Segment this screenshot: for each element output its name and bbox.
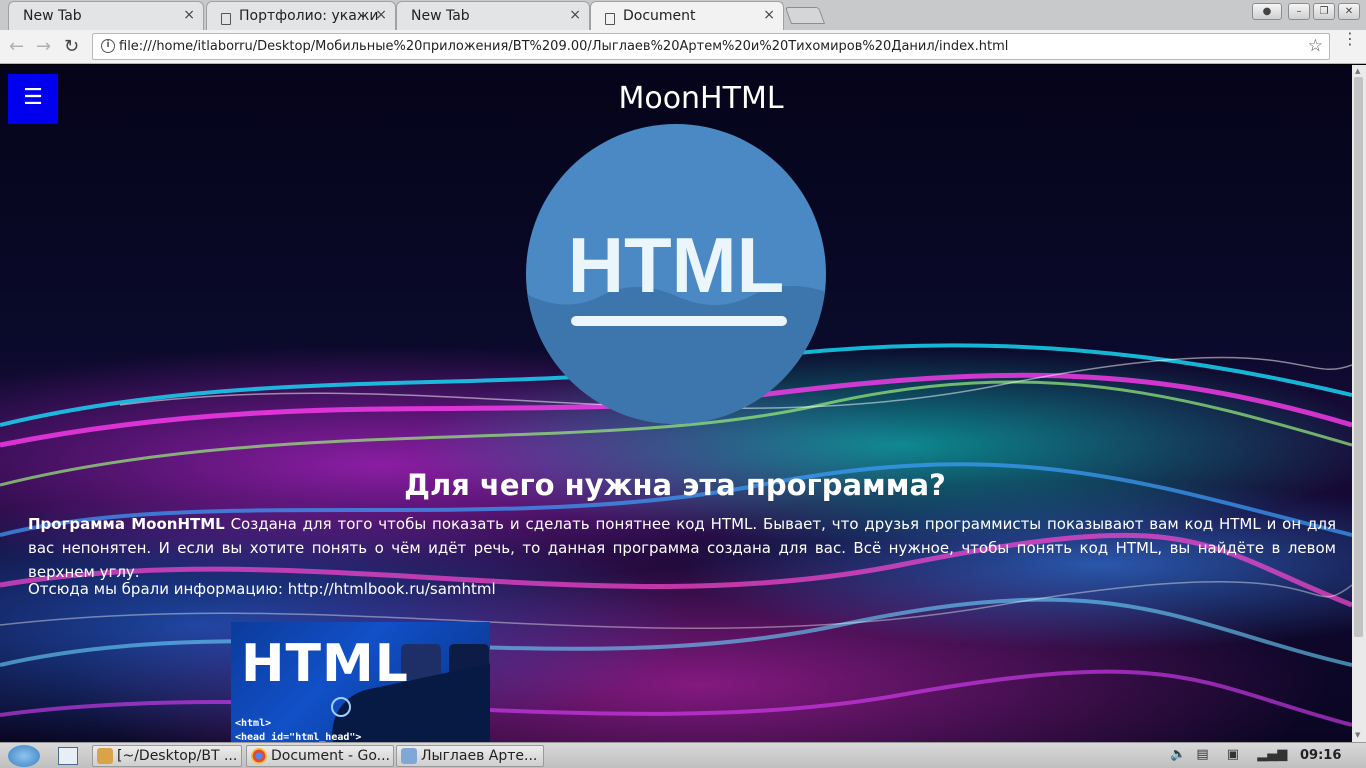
- document-icon: [605, 13, 615, 25]
- close-tab-icon[interactable]: ×: [569, 7, 581, 23]
- taskbar-item-browser[interactable]: Document - Go...: [246, 745, 394, 767]
- maximize-button[interactable]: ❐: [1313, 3, 1335, 20]
- document-icon: [221, 13, 231, 25]
- tab-title: New Tab: [411, 8, 470, 24]
- taskbar-item-label: Document - Go...: [271, 748, 390, 764]
- page-viewport: ☰ MoonHTML HTML Для чего нужна эта прогр…: [0, 65, 1352, 742]
- show-desktop-icon[interactable]: [58, 747, 78, 765]
- display-icon[interactable]: ▣: [1227, 747, 1239, 762]
- os-taskbar: [~/Desktop/ВТ ... Document - Go... Лыгла…: [0, 742, 1366, 768]
- taskbar-item-folder[interactable]: Лыглаев Арте...: [396, 745, 544, 767]
- minimize-button[interactable]: –: [1288, 3, 1310, 20]
- terminal-icon: [97, 748, 113, 764]
- source-link-line: Отсюда мы брали информацию: http://htmlb…: [28, 580, 496, 598]
- program-name: Программа MoonHTML: [28, 515, 225, 533]
- tab-title: Document: [623, 8, 696, 24]
- close-tab-icon[interactable]: ×: [375, 7, 387, 23]
- close-tab-icon[interactable]: ×: [183, 7, 195, 23]
- taskbar-item-label: Лыглаев Арте...: [421, 748, 538, 764]
- taskbar-item-label: [~/Desktop/ВТ ...: [117, 748, 238, 764]
- clipboard-icon[interactable]: ▤: [1196, 747, 1208, 762]
- url-text[interactable]: file:///home/itlaborru/Desktop/Мобильные…: [119, 39, 1008, 54]
- info-icon[interactable]: i: [101, 39, 115, 53]
- clock[interactable]: 09:16: [1300, 748, 1341, 763]
- description-paragraph: Программа MoonHTML Создана для того чтоб…: [28, 512, 1336, 584]
- scroll-up-arrow-icon[interactable]: ▲: [1355, 67, 1360, 75]
- scroll-thumb[interactable]: [1354, 77, 1363, 637]
- volume-icon[interactable]: 🔈: [1170, 747, 1186, 762]
- close-window-button[interactable]: ✕: [1338, 3, 1360, 20]
- tab-2[interactable]: Портфолио: укажи ×: [206, 1, 396, 30]
- photo-touch-ring: [331, 697, 351, 717]
- tab-document-active[interactable]: Document ×: [590, 1, 784, 31]
- network-signal-icon[interactable]: ▂▄▆: [1257, 747, 1287, 762]
- photo-code-line-1: <html>: [235, 718, 272, 729]
- scroll-down-arrow-icon[interactable]: ▼: [1355, 731, 1360, 739]
- chrome-icon: [251, 748, 267, 764]
- new-tab-button[interactable]: [784, 7, 826, 24]
- tab-1[interactable]: New Tab ×: [8, 1, 204, 30]
- browser-toolbar: ← → ↻ i file:///home/itlaborru/Desktop/М…: [0, 30, 1366, 64]
- site-title: MoonHTML: [618, 81, 784, 116]
- bookmark-star-icon[interactable]: ☆: [1308, 36, 1323, 56]
- profile-icon[interactable]: ●: [1252, 3, 1282, 20]
- page-scrollbar[interactable]: ▲ ▼: [1352, 65, 1366, 742]
- tab-strip: New Tab × Портфолио: укажи × New Tab × D…: [0, 0, 1366, 31]
- taskbar-item-terminal[interactable]: [~/Desktop/ВТ ...: [92, 745, 242, 767]
- browser-menu-icon[interactable]: ⋮: [1342, 31, 1358, 47]
- tab-3[interactable]: New Tab ×: [396, 1, 590, 30]
- forward-arrow-icon[interactable]: →: [36, 36, 51, 57]
- tab-title: Портфолио: укажи: [239, 8, 379, 24]
- reload-icon[interactable]: ↻: [64, 36, 79, 57]
- system-tray: 🔈 ▤ ▣ ▂▄▆: [1170, 747, 1287, 762]
- description-text: Создана для того чтобы показать и сделат…: [28, 515, 1336, 581]
- html-logo-image: HTML: [526, 124, 826, 424]
- address-bar[interactable]: i file:///home/itlaborru/Desktop/Мобильн…: [92, 33, 1330, 60]
- close-tab-icon[interactable]: ×: [763, 7, 775, 23]
- folder-icon: [401, 748, 417, 764]
- logo-text: HTML: [568, 221, 785, 309]
- tab-title: New Tab: [23, 8, 82, 24]
- photo-code-line-2: <head id="html_head">: [235, 732, 362, 742]
- start-menu-icon[interactable]: [8, 745, 40, 767]
- html-photo-image: HTML <html> <head id="html_head">: [231, 622, 490, 742]
- section-headline: Для чего нужна эта программа?: [404, 468, 946, 502]
- back-arrow-icon[interactable]: ←: [9, 36, 24, 57]
